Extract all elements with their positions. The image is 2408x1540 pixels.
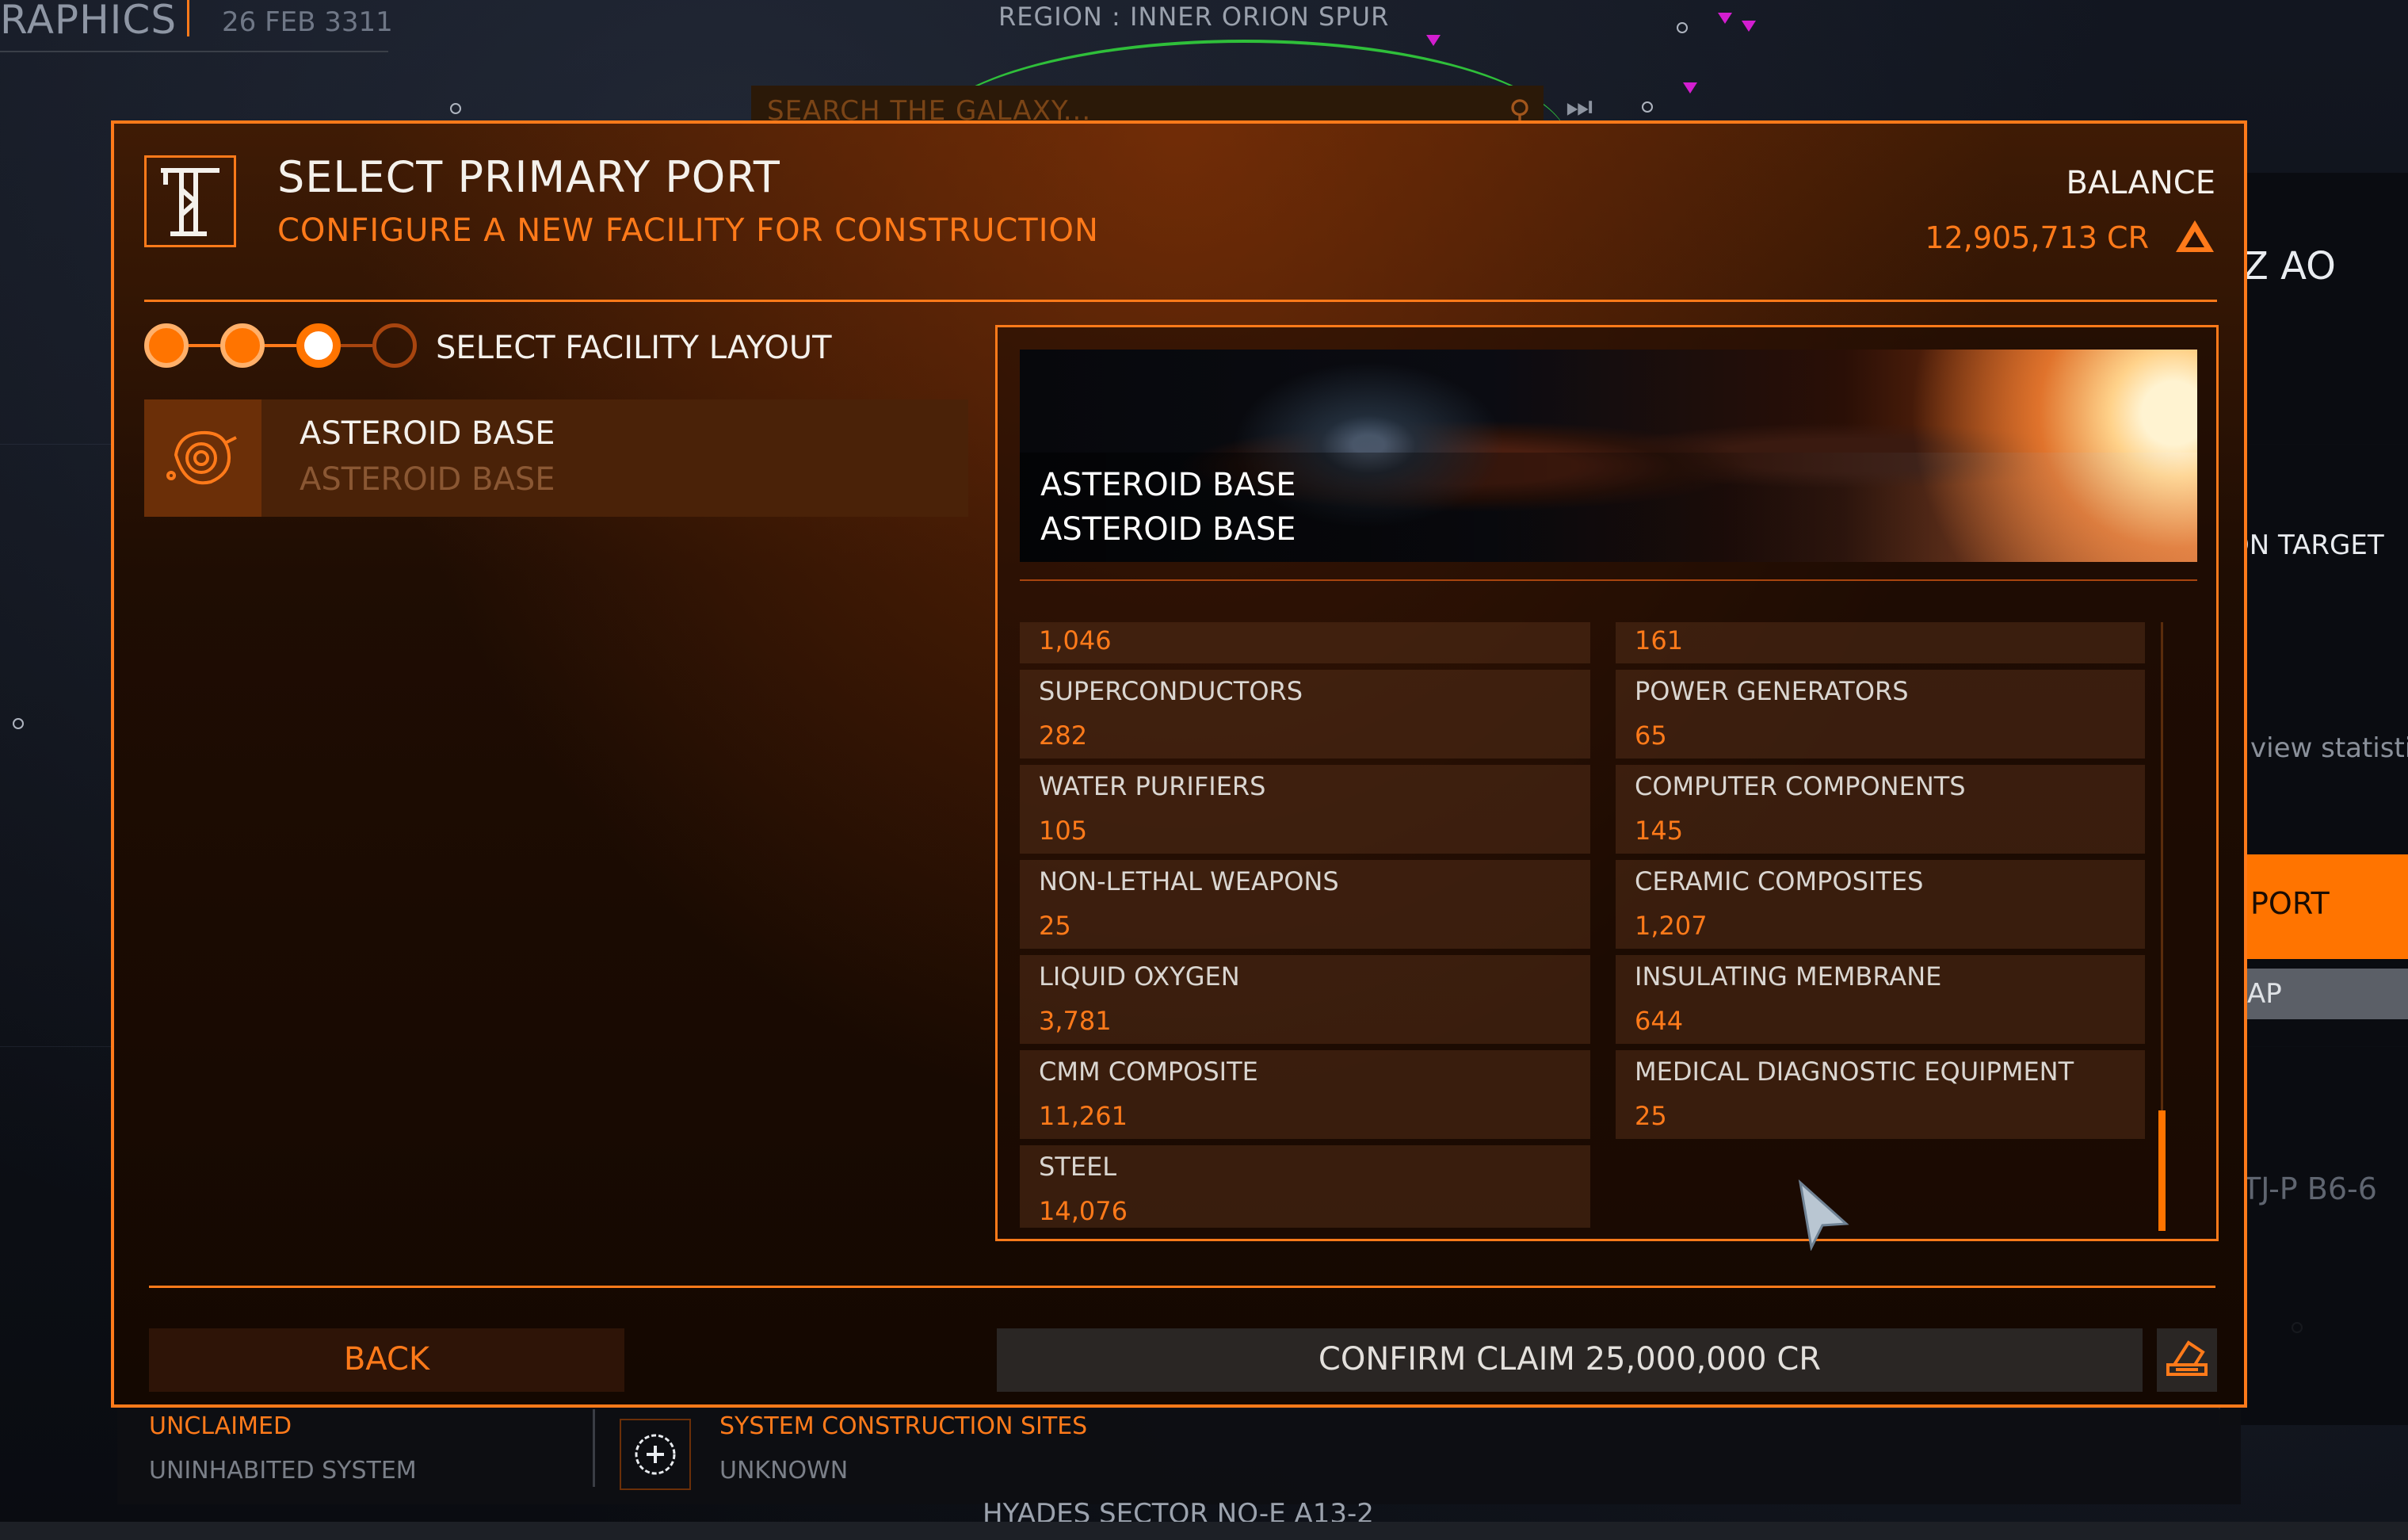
commodity-amount: 14,076 xyxy=(1039,1196,1128,1226)
commodity-name: INSULATING MEMBRANE xyxy=(1635,961,1942,992)
commodity-amount: 145 xyxy=(1635,816,1684,846)
footer-divider xyxy=(149,1286,2215,1288)
step-connector xyxy=(265,344,296,347)
commodity-row: CERAMIC COMPOSITES 1,207 xyxy=(1616,860,2145,949)
commodity-row: STEEL 14,076 xyxy=(1020,1145,1590,1228)
commodity-row: SUPERCONDUCTORS 282 xyxy=(1020,670,1590,759)
commodity-name: CERAMIC COMPOSITES xyxy=(1635,866,1924,896)
layout-option-type: ASTEROID BASE xyxy=(300,461,555,498)
commodity-requirements-list[interactable]: 1,046 161 SUPERCONDUCTORS 282 POWER GENE… xyxy=(1020,622,2145,1228)
commodity-name: STEEL xyxy=(1039,1152,1117,1182)
keybind-hint-strip xyxy=(0,1522,2408,1540)
balance-value: 12,905,713 CR xyxy=(1925,220,2149,255)
add-circle-icon[interactable] xyxy=(620,1419,691,1490)
commodity-row: POWER GENERATORS 65 xyxy=(1616,670,2145,759)
map-marker[interactable] xyxy=(1718,13,1732,24)
construction-sites-value: UNKNOWN xyxy=(719,1457,849,1485)
side-statistics-link[interactable]: view statisti xyxy=(2250,732,2408,764)
commodity-name: LIQUID OXYGEN xyxy=(1039,961,1240,992)
crane-icon xyxy=(144,155,236,247)
system-info-bar: UNCLAIMED UNINHABITED SYSTEM SYSTEM CONS… xyxy=(117,1409,2241,1504)
header-underline xyxy=(0,51,388,52)
claim-status: UNCLAIMED xyxy=(149,1412,292,1440)
commodity-amount: 644 xyxy=(1635,1006,1684,1036)
step-connector xyxy=(189,344,220,347)
confirm-claim-button[interactable]: CONFIRM CLAIM 25,000,000 CR xyxy=(997,1328,2143,1392)
step-pending-indicator xyxy=(372,323,417,368)
commodity-name: SUPERCONDUCTORS xyxy=(1039,676,1303,706)
commodity-amount: 11,261 xyxy=(1039,1101,1128,1131)
commodity-name: CMM COMPOSITE xyxy=(1039,1057,1258,1087)
skip-end-icon[interactable]: ⏭ xyxy=(1566,89,1593,124)
game-date: 26 FEB 3311 xyxy=(222,6,393,38)
commodity-row: WATER PURIFIERS 105 xyxy=(1020,765,1590,854)
commodity-amount: 25 xyxy=(1635,1101,1667,1131)
back-button-label: BACK xyxy=(343,1341,430,1378)
commodity-row: 161 xyxy=(1616,622,2145,663)
list-scrollbar-thumb[interactable] xyxy=(2158,1110,2166,1231)
commodity-amount: 161 xyxy=(1635,625,1684,655)
commodity-row: NON-LETHAL WEAPONS 25 xyxy=(1020,860,1590,949)
dialog-subtitle: CONFIGURE A NEW FACILITY FOR CONSTRUCTIO… xyxy=(277,212,1099,249)
back-button[interactable]: BACK xyxy=(149,1328,624,1392)
commodity-amount: 3,781 xyxy=(1039,1006,1112,1036)
confirm-claim-label: CONFIRM CLAIM 25,000,000 CR xyxy=(1318,1341,1822,1378)
commodity-amount: 1,207 xyxy=(1635,911,1708,941)
commodity-amount: 65 xyxy=(1635,720,1667,751)
step-complete-indicator xyxy=(220,323,265,368)
star-system-dot[interactable] xyxy=(1642,101,1653,113)
side-port-button-label: PORT xyxy=(2250,886,2330,921)
side-system-name: TJ-P B6-6 xyxy=(2242,1171,2377,1206)
commodity-amount: 1,046 xyxy=(1039,625,1112,655)
header-divider xyxy=(144,300,2217,302)
commodity-name: MEDICAL DIAGNOSTIC EQUIPMENT xyxy=(1635,1057,2074,1087)
side-map-button-label: AP xyxy=(2247,978,2282,1010)
star-system-dot[interactable] xyxy=(450,103,461,114)
commodity-amount: 282 xyxy=(1039,720,1088,751)
layout-option-name: ASTEROID BASE xyxy=(300,415,555,452)
map-marker[interactable] xyxy=(1426,35,1441,46)
current-step-label: SELECT FACILITY LAYOUT xyxy=(436,330,832,366)
preview-facility-name: ASTEROID BASE xyxy=(1040,467,1296,503)
commodity-row: COMPUTER COMPONENTS 145 xyxy=(1616,765,2145,854)
map-marker[interactable] xyxy=(1683,82,1697,94)
commodity-row: LIQUID OXYGEN 3,781 xyxy=(1020,955,1590,1044)
commodity-amount: 25 xyxy=(1039,911,1071,941)
select-primary-port-dialog: SELECT PRIMARY PORT CONFIGURE A NEW FACI… xyxy=(111,120,2247,1408)
commodity-row: CMM COMPOSITE 11,261 xyxy=(1020,1050,1590,1139)
commodity-amount: 105 xyxy=(1039,816,1088,846)
app-title: RAPHICS xyxy=(0,0,177,43)
commodity-name: WATER PURIFIERS xyxy=(1039,771,1266,801)
commodity-name: COMPUTER COMPONENTS xyxy=(1635,771,1966,801)
commodity-row: MEDICAL DIAGNOSTIC EQUIPMENT 25 xyxy=(1616,1050,2145,1139)
star-system-dot[interactable] xyxy=(1677,22,1688,33)
balance-label: BALANCE xyxy=(2066,165,2216,201)
commodity-name: POWER GENERATORS xyxy=(1635,676,1909,706)
commodity-row: 1,046 xyxy=(1020,622,1590,663)
construction-sites-label: SYSTEM CONSTRUCTION SITES xyxy=(719,1412,1088,1440)
region-label: REGION : INNER ORION SPUR xyxy=(998,2,1390,32)
bottom-separator xyxy=(593,1409,595,1487)
step-current-indicator xyxy=(296,323,341,368)
dialog-title: SELECT PRIMARY PORT xyxy=(277,152,780,202)
side-system-title: Z AO xyxy=(2242,244,2336,289)
preview-divider xyxy=(1020,579,2197,581)
facility-detail-panel: ASTEROID BASE ASTEROID BASE 1,046 161 SU… xyxy=(995,325,2219,1241)
header-separator xyxy=(187,0,189,36)
facility-preview-image: ASTEROID BASE ASTEROID BASE xyxy=(1020,350,2197,562)
map-marker[interactable] xyxy=(1742,21,1756,32)
commodity-name: NON-LETHAL WEAPONS xyxy=(1039,866,1339,896)
system-state: UNINHABITED SYSTEM xyxy=(149,1457,417,1485)
asteroid-icon xyxy=(144,399,261,517)
credits-icon xyxy=(2174,217,2215,255)
pointer-cursor-icon xyxy=(1796,1179,1851,1251)
commodity-row: INSULATING MEMBRANE 644 xyxy=(1616,955,2145,1044)
facility-layout-option[interactable]: ASTEROID BASE ASTEROID BASE xyxy=(144,399,968,517)
step-complete-indicator xyxy=(144,323,189,368)
stamp-icon[interactable] xyxy=(2157,1328,2217,1392)
side-target-label: ON TARGET xyxy=(2228,529,2384,561)
preview-facility-type: ASTEROID BASE xyxy=(1040,511,1296,548)
star-system-dot[interactable] xyxy=(13,718,24,729)
step-connector xyxy=(341,344,372,347)
